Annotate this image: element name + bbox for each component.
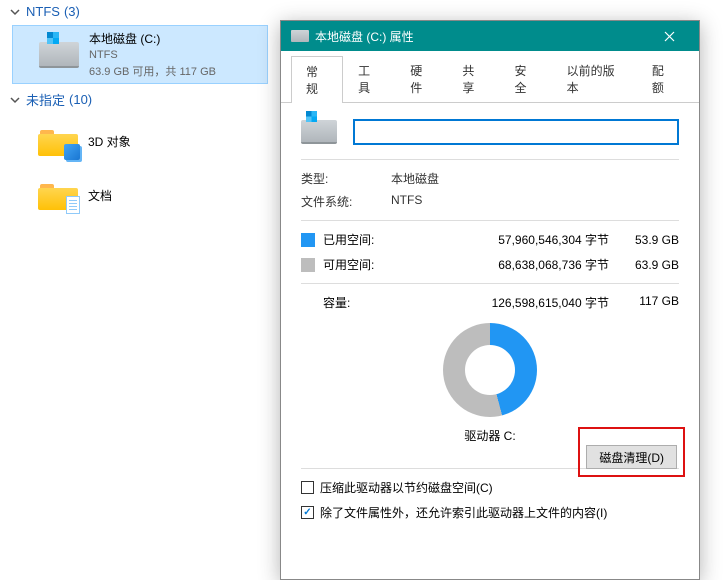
used-label: 已用空间:	[323, 231, 403, 248]
drive-name: 本地磁盘 (C:)	[89, 30, 216, 47]
drive-icon	[37, 33, 81, 77]
drive-space: 63.9 GB 可用，共 117 GB	[89, 63, 216, 79]
tab-tools[interactable]: 工具	[343, 55, 395, 102]
type-label: 类型:	[301, 170, 391, 187]
properties-dialog: 本地磁盘 (C:) 属性 常规 工具 硬件 共享 安全 以前的版本 配额 类型:…	[280, 20, 700, 580]
free-bytes: 68,638,068,736 字节	[403, 256, 609, 273]
cleanup-highlight: 磁盘清理(D)	[578, 427, 685, 477]
usage-donut-chart	[443, 323, 537, 417]
tab-strip: 常规 工具 硬件 共享 安全 以前的版本 配额	[281, 51, 699, 103]
capacity-gb: 117 GB	[609, 294, 679, 311]
drive-item-c[interactable]: 本地磁盘 (C:) NTFS 63.9 GB 可用，共 117 GB	[12, 25, 268, 84]
used-gb: 53.9 GB	[609, 233, 679, 247]
drive-icon	[301, 120, 337, 144]
tab-sharing[interactable]: 共享	[447, 55, 499, 102]
dialog-title: 本地磁盘 (C:) 属性	[315, 28, 414, 45]
index-checkbox[interactable]	[301, 506, 314, 519]
explorer-panel: NTFS (3) 本地磁盘 (C:) NTFS 63.9 GB 可用，共 117…	[0, 0, 280, 223]
dialog-body: 类型: 本地磁盘 文件系统: NTFS 已用空间: 57,960,546,304…	[281, 103, 699, 545]
drive-caption: 驱动器 C:	[443, 427, 537, 444]
close-button[interactable]	[649, 21, 689, 51]
folder-name: 3D 对象	[88, 133, 131, 150]
dialog-titlebar[interactable]: 本地磁盘 (C:) 属性	[281, 21, 699, 51]
close-icon	[664, 31, 675, 42]
group-count: (3)	[64, 4, 80, 19]
used-bytes: 57,960,546,304 字节	[403, 231, 609, 248]
group-ntfs[interactable]: NTFS (3)	[0, 0, 280, 23]
free-swatch	[301, 258, 315, 272]
tab-hardware[interactable]: 硬件	[395, 55, 447, 102]
index-label: 除了文件属性外，还允许索引此驱动器上文件的内容(I)	[320, 504, 607, 521]
fs-label: 文件系统:	[301, 193, 391, 210]
disk-cleanup-button[interactable]: 磁盘清理(D)	[586, 445, 677, 469]
group-label: 未指定	[26, 90, 65, 109]
used-swatch	[301, 233, 315, 247]
compress-checkbox[interactable]	[301, 481, 314, 494]
drive-fs: NTFS	[89, 49, 216, 61]
drive-name-input[interactable]	[353, 119, 679, 145]
folder-documents[interactable]: 文档	[12, 169, 268, 221]
folder-icon	[36, 173, 80, 217]
fs-value: NTFS	[391, 193, 422, 210]
capacity-bytes: 126,598,615,040 字节	[403, 294, 609, 311]
folder-icon	[36, 119, 80, 163]
tab-quota[interactable]: 配额	[637, 55, 689, 102]
tab-security[interactable]: 安全	[500, 55, 552, 102]
drive-icon	[291, 30, 309, 42]
folder-3d-objects[interactable]: 3D 对象	[12, 115, 268, 167]
free-label: 可用空间:	[323, 256, 403, 273]
chevron-down-icon	[8, 93, 22, 107]
tab-general[interactable]: 常规	[291, 56, 343, 103]
capacity-label: 容量:	[323, 294, 403, 311]
group-count: (10)	[69, 92, 92, 107]
chevron-down-icon	[8, 5, 22, 19]
free-gb: 63.9 GB	[609, 258, 679, 272]
tab-previous[interactable]: 以前的版本	[552, 55, 637, 102]
group-unassigned[interactable]: 未指定 (10)	[0, 86, 280, 113]
type-value: 本地磁盘	[391, 170, 439, 187]
group-label: NTFS	[26, 4, 60, 19]
compress-label: 压缩此驱动器以节约磁盘空间(C)	[320, 479, 493, 496]
folder-name: 文档	[88, 187, 112, 204]
